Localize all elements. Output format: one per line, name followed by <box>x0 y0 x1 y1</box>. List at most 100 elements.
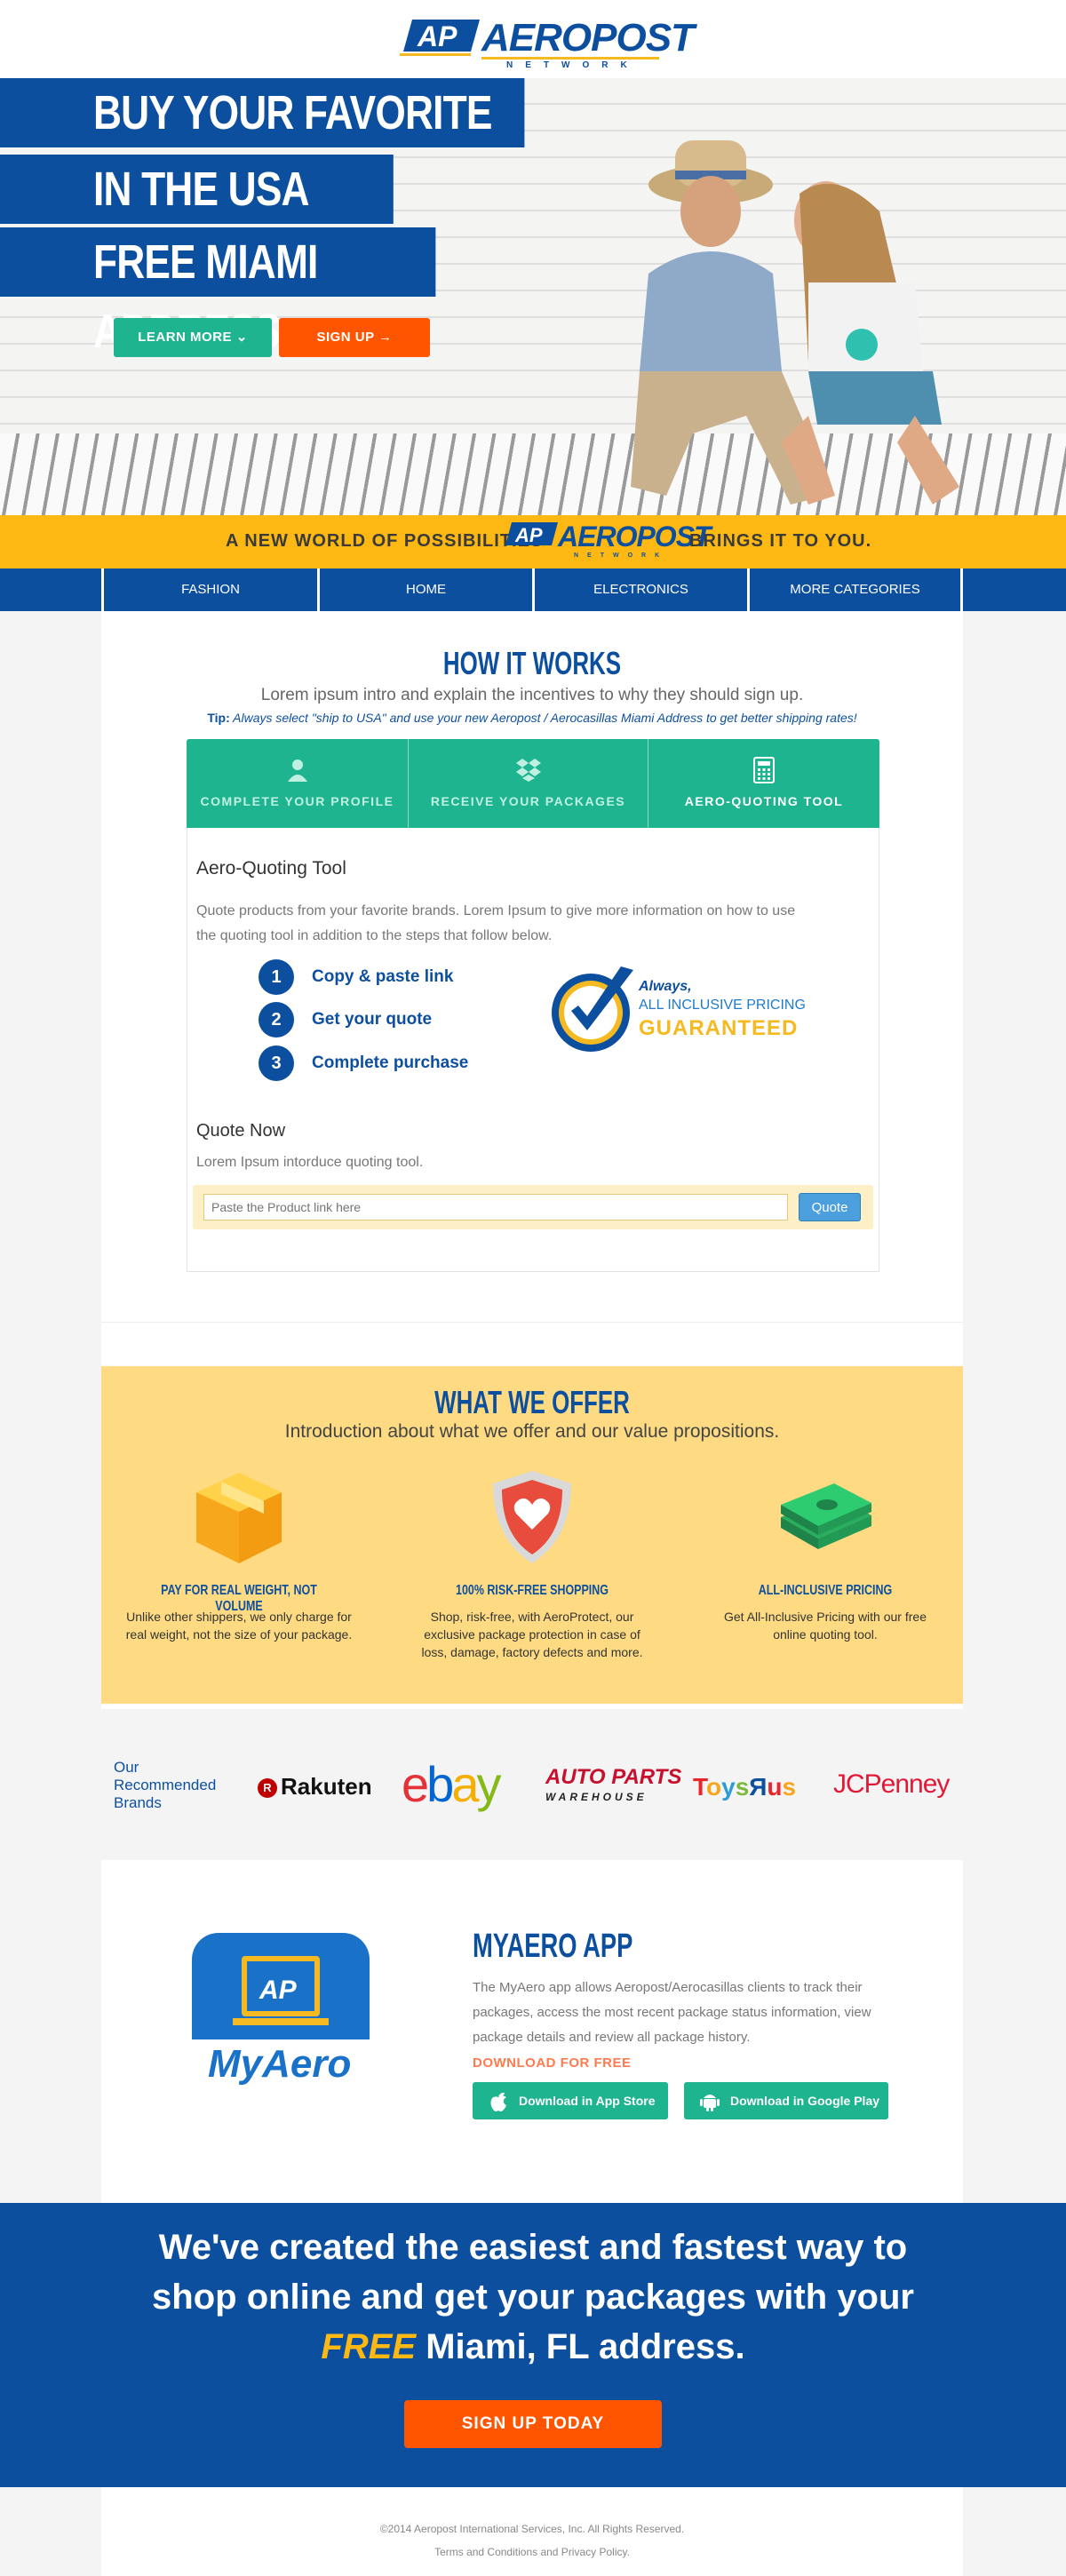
toys-letter: o <box>706 1773 722 1801</box>
logo-wordmark: AEROPOST <box>481 16 695 60</box>
brand-autoparts-warehouse[interactable]: AUTO PARTS WAREHOUSE <box>545 1765 682 1807</box>
cta-line-1: We've created the easiest and fastest wa… <box>158 2228 908 2267</box>
offer-item: 100% RISK-FREE SHOPPING Shop, risk-free,… <box>408 1464 656 1677</box>
apple-icon <box>490 2092 506 2111</box>
section-divider <box>101 1322 963 1323</box>
nav-item-electronics[interactable]: ELECTRONICS <box>532 568 747 611</box>
checkmark-seal-icon <box>552 966 633 1052</box>
panel-title: Aero-Quoting Tool <box>196 858 346 879</box>
tip-label: Tip: <box>207 711 230 725</box>
google-play-button[interactable]: Download in Google Play <box>684 2082 888 2119</box>
tab-receive-packages[interactable]: RECEIVE YOUR PACKAGES <box>409 739 648 828</box>
offer-heading: ALL-INCLUSIVE PRICING <box>758 1583 893 1598</box>
logo-subtitle: NETWORK <box>506 60 640 70</box>
dropbox-icon <box>515 759 541 782</box>
brand-autoparts-label: AUTO PARTS <box>545 1765 682 1789</box>
how-it-works-tabs: COMPLETE YOUR PROFILE RECEIVE YOUR PACKA… <box>187 739 879 828</box>
copyright-text: ©2014 Aeropost International Services, I… <box>379 2523 685 2535</box>
site-footer: ©2014 Aeropost International Services, I… <box>101 2487 963 2576</box>
guarantee-inclusive: ALL INCLUSIVE PRICING <box>639 998 806 1013</box>
app-description: The MyAero app allows Aeropost/Aerocasil… <box>473 1980 871 2045</box>
nav-item-fashion[interactable]: FASHION <box>101 568 317 611</box>
toys-letter: y <box>721 1773 736 1801</box>
site-header: AP AEROPOST NETWORK <box>0 0 1066 78</box>
terms-privacy-link[interactable]: Terms and Conditions and Privacy Policy. <box>101 2546 963 2558</box>
nav-item-more-categories[interactable]: MORE CATEGORIES <box>747 568 963 611</box>
brands-label: Our Recommended Brands <box>114 1759 217 1811</box>
app-icon-mark: AP <box>259 1976 298 2005</box>
brand-rakuten-label: Rakuten <box>281 1773 372 1800</box>
hero-headline-line-2: IN THE USA WITH A <box>0 155 394 285</box>
strip-aeropost-logo: AP AEROPOST NETWORK <box>503 521 712 561</box>
strip-ap-logo-mark-icon: AP <box>505 522 558 546</box>
ap-logo-mark-icon: AP <box>400 20 480 56</box>
quote-button[interactable]: Quote <box>799 1193 861 1221</box>
toys-letter: T <box>693 1773 707 1801</box>
step-text: Get your quote <box>312 1010 433 1029</box>
learn-more-button[interactable]: LEARN MORE ⌄ <box>114 318 272 357</box>
tagline-right: BRINGS IT TO YOU. <box>689 531 872 551</box>
offer-text: Get All-Inclusive Pricing with our free … <box>724 1610 927 1642</box>
aeropost-logo[interactable]: AP AEROPOST NETWORK <box>400 16 695 70</box>
toys-letter: Я <box>749 1773 768 1801</box>
offer-heading: 100% RISK-FREE SHOPPING <box>456 1583 609 1598</box>
product-link-input[interactable] <box>203 1194 788 1220</box>
recommended-brands: Our Recommended Brands R Rakuten ebay AUT… <box>0 1709 1066 1860</box>
step-number: 1 <box>259 959 294 995</box>
sign-up-button[interactable]: SIGN UP → <box>279 318 430 357</box>
calculator-icon <box>753 757 775 783</box>
nav-item-home[interactable]: HOME <box>317 568 532 611</box>
toys-letter: s <box>782 1773 797 1801</box>
signup-cta-section: We've created the easiest and fastest wa… <box>0 2203 1066 2487</box>
tab-complete-profile[interactable]: COMPLETE YOUR PROFILE <box>187 739 409 828</box>
step-text: Complete purchase <box>312 1053 469 1072</box>
pricing-guarantee-badge: Always, ALL INCLUSIVE PRICING GUARANTEED <box>546 961 848 1059</box>
hero-banner: BUY YOUR FAVORITE BRANDS IN THE USA WITH… <box>0 78 1066 515</box>
offer-text: Unlike other shippers, we only charge fo… <box>125 1610 353 1642</box>
step-number: 3 <box>259 1046 294 1081</box>
guarantee-always: Always, <box>639 979 692 994</box>
sign-up-today-button[interactable]: SIGN UP TODAY <box>404 2400 662 2448</box>
brand-toysrus[interactable]: ToysЯus <box>693 1773 796 1801</box>
tab-aero-quoting-tool-label: AERO-QUOTING TOOL <box>684 794 844 808</box>
rakuten-mark-icon: R <box>258 1778 277 1798</box>
app-icon-label: MyAero <box>208 2042 351 2086</box>
tab-aero-quoting-tool[interactable]: AERO-QUOTING TOOL <box>648 739 879 828</box>
sign-in-arrow-icon: → <box>378 330 393 345</box>
how-it-works-tip: Tip: Always select "ship to USA" and use… <box>101 711 963 725</box>
hero-headline-line-1: BUY YOUR FAVORITE BRANDS <box>0 78 525 209</box>
strip-logo-wordmark: AEROPOST <box>558 521 712 553</box>
cta-line-2: shop online and get your packages with y… <box>152 2278 914 2317</box>
guarantee-guaranteed: GUARANTEED <box>639 1016 799 1040</box>
panel-description: Quote products from your favorite brands… <box>196 903 796 943</box>
offer-item: PAY FOR REAL WEIGHT, NOT VOLUME Unlike o… <box>115 1464 363 1677</box>
cta-free-highlight: FREE <box>321 2327 417 2366</box>
logo-underline <box>481 57 659 60</box>
strip-logo-mark-text: AP <box>514 524 543 546</box>
offer-intro: Introduction about what we offer and our… <box>284 1421 780 1442</box>
brand-jcpenney[interactable]: JCPenney <box>833 1769 950 1800</box>
download-free-label: DOWNLOAD FOR FREE <box>473 2055 632 2071</box>
offer-title: WHAT WE OFFER <box>434 1384 630 1420</box>
myaero-app-icon: AP MyAero <box>192 1933 370 2111</box>
couple-photo-illustration <box>631 140 959 505</box>
offer-text: Shop, risk-free, with AeroProtect, our e… <box>421 1610 643 1659</box>
app-store-button[interactable]: Download in App Store <box>473 2082 668 2119</box>
cta-line-3-rest: Miami, FL address. <box>416 2327 745 2366</box>
brand-rakuten[interactable]: R Rakuten <box>258 1773 372 1801</box>
brand-ebay[interactable]: ebay <box>402 1755 501 1813</box>
quote-now-description: Lorem Ipsum intorduce quoting tool. <box>196 1155 424 1170</box>
app-title: MYAERO APP <box>473 1928 633 1965</box>
toys-letter: u <box>767 1773 783 1801</box>
logo-mark-text: AP <box>417 20 457 52</box>
tip-text: Always select "ship to USA" and use your… <box>233 711 857 725</box>
tab-complete-profile-label: COMPLETE YOUR PROFILE <box>200 794 394 808</box>
step-text: Copy & paste link <box>312 967 454 986</box>
how-it-works-intro: Lorem ipsum intro and explain the incent… <box>260 686 804 704</box>
money-stack-icon <box>781 1483 871 1549</box>
learn-more-label: LEARN MORE <box>138 330 233 345</box>
tab-receive-packages-label: RECEIVE YOUR PACKAGES <box>430 794 626 808</box>
ebay-letter: a <box>451 1756 479 1812</box>
google-play-label: Download in Google Play <box>730 2094 880 2108</box>
cta-line-3: FREE Miami, FL address. <box>0 2327 1066 2367</box>
